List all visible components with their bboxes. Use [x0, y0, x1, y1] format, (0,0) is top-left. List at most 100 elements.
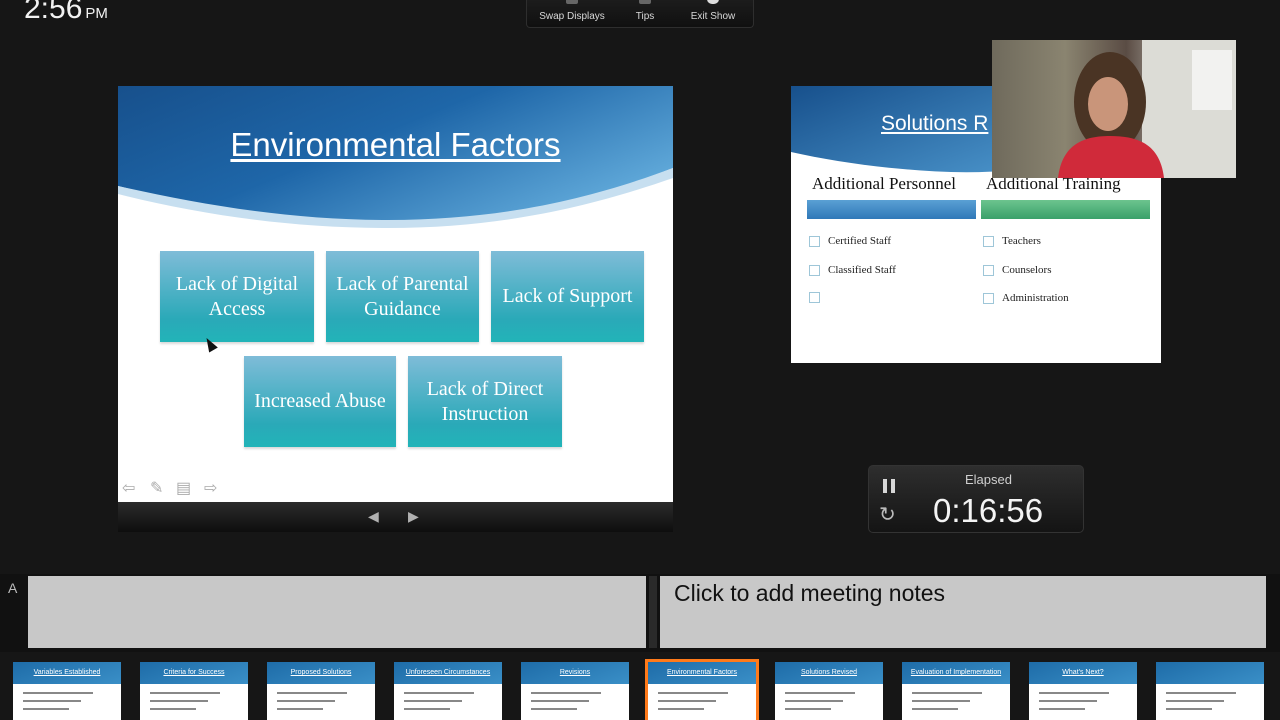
notes-left-panel [28, 576, 646, 648]
filmstrip-thumbnail[interactable]: Proposed Solutions [267, 662, 375, 720]
thumbnail-title: Solutions Revised [800, 669, 858, 676]
slide-title: Environmental Factors [230, 126, 561, 163]
notes-divider-handle[interactable] [649, 576, 657, 648]
slide-controls: ⇦ ✎ ▤ ⇨ [118, 476, 248, 500]
pause-icon[interactable] [883, 479, 897, 493]
thumbnail-text-line [531, 692, 601, 694]
pen-icon[interactable]: ✎ [150, 478, 163, 498]
thumbnail-text-line [150, 708, 196, 710]
clock-time: 2:56 [24, 0, 83, 25]
thumbnail-text-line [404, 700, 462, 702]
factor-box-digital-access: Lack of Digital Access [160, 251, 314, 342]
thumbnail-text-line [150, 692, 220, 694]
thumbnail-text-line [785, 700, 843, 702]
thumbnail-text-line [23, 700, 81, 702]
next-col1-item: Certified Staff [809, 235, 891, 247]
presenter-toolbar: Swap Displays Tips Exit Show [526, 0, 754, 28]
exit-show-button[interactable]: Exit Show [687, 0, 739, 28]
thumbnail-text-line [1166, 692, 1236, 694]
thumbnail-text-line [912, 692, 982, 694]
next-col2-item-label: Teachers [1002, 235, 1041, 247]
next-col1-item: Classified Staff [809, 264, 896, 276]
left-arrow-icon[interactable]: ⇦ [122, 478, 135, 498]
thumbnail-text-line [1166, 708, 1212, 710]
filmstrip-thumbnail[interactable]: Environmental Factors [645, 659, 759, 720]
thumbnail-title: Revisions [559, 669, 591, 676]
thumbnail-text-line [277, 692, 347, 694]
thumbnail-title: Criteria for Success [163, 669, 225, 676]
thumbnail-title: Environmental Factors [666, 669, 738, 676]
next-col2-bar [981, 200, 1150, 219]
next-slide-title: Solutions R [881, 112, 989, 135]
thumbnail-text-line [658, 708, 704, 710]
tips-icon [639, 0, 651, 4]
next-col1-heading: Additional Personnel [812, 174, 957, 193]
thumbnail-text-line [912, 708, 958, 710]
presenter-silhouette [1058, 40, 1236, 178]
thumbnail-text-line [1039, 708, 1085, 710]
thumbnail-text-line [785, 708, 831, 710]
thumbnail-title: Variables Established [33, 669, 101, 676]
next-col1-item-label: Classified Staff [828, 264, 896, 276]
next-col2-item: Teachers [983, 235, 1041, 247]
filmstrip-thumbnail[interactable]: Criteria for Success [140, 662, 248, 720]
next-col2-item-label: Administration [1002, 292, 1069, 304]
checkbox-icon [809, 264, 820, 276]
factor-box-support: Lack of Support [491, 251, 644, 342]
thumbnail-text-line [277, 700, 335, 702]
right-arrow-icon[interactable]: ⇨ [204, 478, 217, 498]
filmstrip-thumbnail[interactable]: Unforeseen Circumstances [394, 662, 502, 720]
next-col2-item-label: Counselors [1002, 264, 1052, 276]
font-size-button[interactable]: A [8, 580, 17, 596]
meeting-notes-field[interactable]: Click to add meeting notes [660, 576, 1266, 648]
exit-show-icon [707, 0, 719, 4]
reset-icon[interactable]: ↻ [879, 502, 896, 527]
thumbnail-text-line [1039, 692, 1109, 694]
thumbnail-text-line [150, 700, 208, 702]
thumbnail-text-line [23, 692, 93, 694]
thumbnail-title: Evaluation of Implementation [910, 669, 1002, 676]
checkbox-icon [983, 264, 994, 276]
filmstrip-thumbnail[interactable]: Variables Established [13, 662, 121, 720]
menu-icon[interactable]: ▤ [176, 478, 191, 498]
tips-label: Tips [635, 11, 655, 22]
checkbox-icon [809, 292, 820, 303]
current-slide: Environmental Factors Lack of Digital Ac… [118, 86, 673, 502]
thumbnail-text-line [404, 708, 450, 710]
clock-ampm: PM [85, 5, 108, 22]
next-col1-item-label: Certified Staff [828, 235, 892, 247]
clock: 2:56 PM [24, 0, 108, 26]
thumbnail-text-line [23, 708, 69, 710]
thumbnail-text-line [658, 700, 716, 702]
thumbnail-title: Proposed Solutions [290, 669, 352, 676]
thumbnail-text-line [785, 692, 855, 694]
filmstrip-thumbnail[interactable]: Evaluation of Implementation [902, 662, 1010, 720]
current-slide-nav-bar: ◀ ▶ [118, 502, 673, 532]
swap-displays-icon [566, 0, 578, 4]
swap-displays-button[interactable]: Swap Displays [539, 0, 605, 28]
previous-slide-button[interactable]: ◀ [368, 508, 379, 525]
thumbnail-text-line [1166, 700, 1224, 702]
filmstrip-thumbnail[interactable]: Revisions [521, 662, 629, 720]
thumbnail-text-line [1039, 700, 1097, 702]
filmstrip-thumbnail[interactable] [1156, 662, 1264, 720]
thumbnail-text-line [912, 700, 970, 702]
elapsed-label: Elapsed [965, 472, 1012, 487]
webcam-video [992, 40, 1236, 178]
filmstrip-thumbnail[interactable]: Solutions Revised [775, 662, 883, 720]
next-col1-item [809, 292, 828, 303]
thumbnail-text-line [277, 708, 323, 710]
next-slide-button[interactable]: ▶ [408, 508, 419, 525]
next-col2-item: Administration [983, 292, 1069, 304]
exit-show-label: Exit Show [690, 11, 736, 22]
tips-button[interactable]: Tips [631, 0, 659, 28]
elapsed-value: 0:16:56 [933, 492, 1044, 529]
factor-box-direct-instruction: Lack of Direct Instruction [408, 356, 562, 447]
thumbnail-text-line [531, 708, 577, 710]
factor-box-increased-abuse: Increased Abuse [244, 356, 396, 447]
thumbnail-header [1156, 662, 1264, 684]
filmstrip-thumbnail[interactable]: What's Next? [1029, 662, 1137, 720]
thumbnail-text-line [404, 692, 474, 694]
next-col2-item: Counselors [983, 264, 1052, 276]
notes-placeholder: Click to add meeting notes [674, 580, 946, 606]
